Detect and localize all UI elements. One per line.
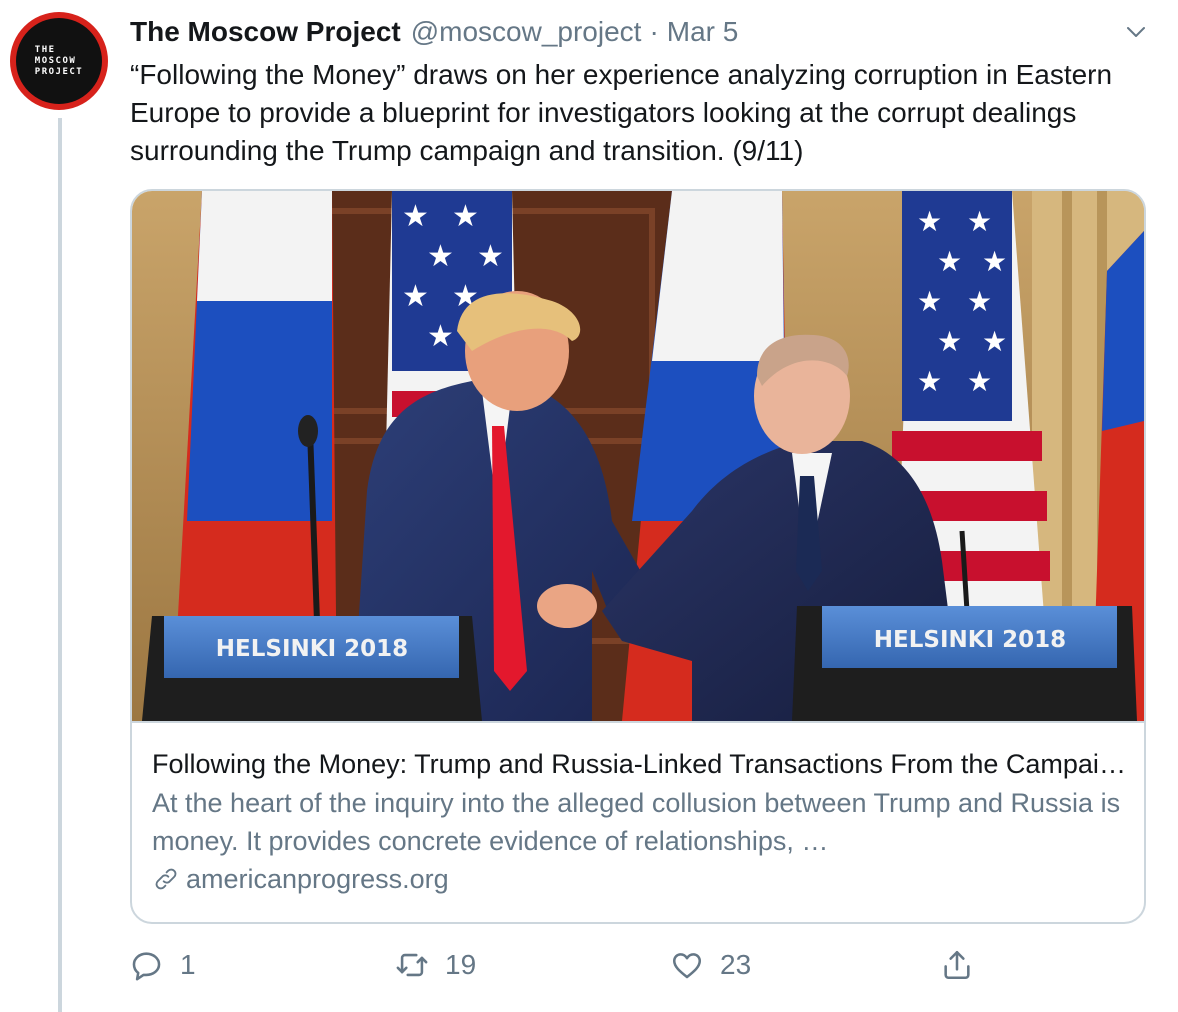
tweet-header: The Moscow Project @moscow_project · Mar… xyxy=(130,14,1148,50)
like-count: 23 xyxy=(720,949,752,980)
reply-icon xyxy=(132,952,161,981)
card-domain-text: americanprogress.org xyxy=(186,864,449,894)
podium-right-label: HELSINKI 2018 xyxy=(874,627,1066,653)
svg-text:★: ★ xyxy=(937,325,962,358)
chevron-down-icon[interactable] xyxy=(1124,20,1148,44)
svg-text:★: ★ xyxy=(427,239,454,274)
reply-button[interactable]: 1 xyxy=(130,942,196,988)
avatar-logo: THE MOSCOW PROJECT xyxy=(16,18,102,104)
card-title: Following the Money: Trump and Russia-Li… xyxy=(152,749,1127,779)
svg-text:★: ★ xyxy=(917,365,942,398)
reply-count: 1 xyxy=(180,949,196,980)
svg-text:★: ★ xyxy=(937,245,962,278)
card-body: Following the Money: Trump and Russia-Li… xyxy=(132,721,1144,922)
avatar-logo-text: THE MOSCOW PROJECT xyxy=(34,44,84,77)
svg-text:★: ★ xyxy=(982,325,1007,358)
header-separator: · xyxy=(649,16,659,47)
account-handle[interactable]: @moscow_project xyxy=(411,16,642,48)
svg-text:★: ★ xyxy=(967,285,992,318)
tweet-actions: 1 19 23 xyxy=(130,942,990,988)
svg-text:★: ★ xyxy=(967,205,992,238)
svg-text:★: ★ xyxy=(402,279,429,314)
svg-text:★: ★ xyxy=(967,365,992,398)
thread-line xyxy=(58,118,62,1012)
svg-text:★: ★ xyxy=(427,319,454,354)
share-icon xyxy=(944,950,970,980)
retweet-icon xyxy=(396,953,428,977)
svg-text:★: ★ xyxy=(917,285,942,318)
like-button[interactable]: 23 xyxy=(670,942,751,988)
card-description: At the heart of the inquiry into the all… xyxy=(152,788,1121,856)
svg-text:★: ★ xyxy=(982,245,1007,278)
svg-text:★: ★ xyxy=(402,199,429,234)
avatar[interactable]: THE MOSCOW PROJECT xyxy=(10,12,108,110)
podium-left-label: HELSINKI 2018 xyxy=(216,636,408,662)
tweet-text: “Following the Money” draws on her exper… xyxy=(130,59,1113,166)
share-button[interactable] xyxy=(940,942,974,988)
tweet-date[interactable]: Mar 5 xyxy=(667,16,739,48)
svg-text:★: ★ xyxy=(917,205,942,238)
like-icon xyxy=(672,953,702,979)
retweet-count: 19 xyxy=(445,949,477,980)
account-name[interactable]: The Moscow Project xyxy=(130,16,401,48)
card-domain: americanprogress.org xyxy=(152,862,449,896)
svg-text:★: ★ xyxy=(452,199,479,234)
retweet-button[interactable]: 19 xyxy=(395,942,476,988)
card-image: ★ ★ ★ ★ ★ ★ ★ ★ ★ ★ ★ ★ ★ ★ ★ ★ ★ HELSIN… xyxy=(132,191,1144,721)
link-icon xyxy=(155,868,177,890)
svg-text:★: ★ xyxy=(477,239,504,274)
link-card[interactable]: ★ ★ ★ ★ ★ ★ ★ ★ ★ ★ ★ ★ ★ ★ ★ ★ ★ HELSIN… xyxy=(130,189,1146,924)
